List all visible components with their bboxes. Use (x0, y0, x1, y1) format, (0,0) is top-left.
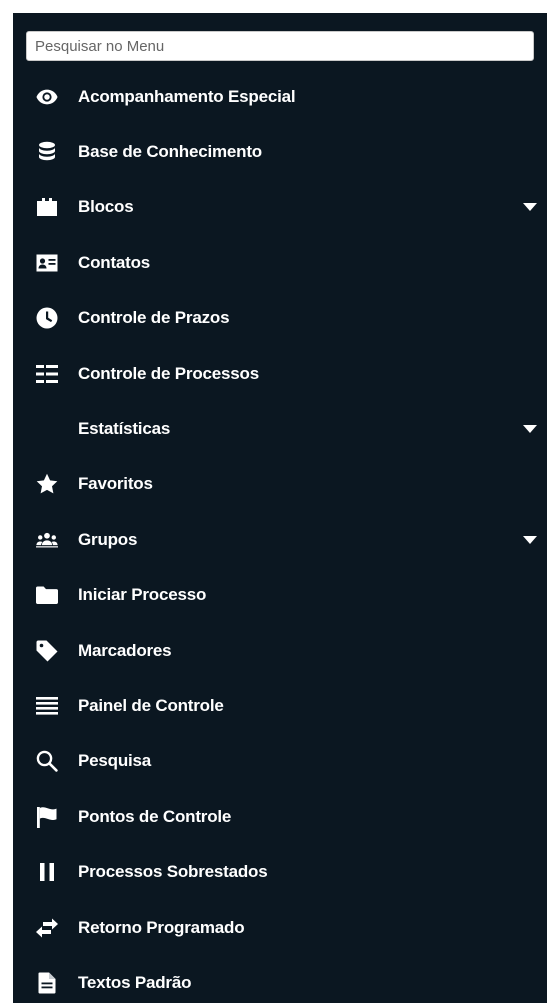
menu-item-label: Painel de Controle (78, 695, 224, 715)
menu-item-contatos[interactable]: Contatos (13, 235, 547, 290)
menu-item-iniciar-processo[interactable]: Iniciar Processo (13, 568, 547, 623)
menu-item-label: Base de Conhecimento (78, 142, 262, 162)
menu-item-label: Retorno Programado (78, 917, 245, 937)
exchange-icon (36, 917, 58, 939)
search-input[interactable] (26, 31, 534, 61)
search-icon (36, 750, 58, 773)
caret-down-icon[interactable] (523, 422, 537, 436)
menu-item-retorno-programado[interactable]: Retorno Programado (13, 900, 547, 955)
menu-panel: Acompanhamento Especial Base de Conhecim… (0, 0, 547, 1003)
menu-item-label: Grupos (78, 529, 138, 549)
lines-icon (36, 695, 58, 717)
group-icon (36, 529, 58, 551)
list-view-icon (36, 363, 58, 385)
menu-item-pontos-de-controle[interactable]: Pontos de Controle (13, 789, 547, 844)
database-icon (36, 141, 58, 163)
flag-icon (36, 806, 58, 828)
document-icon (36, 972, 58, 994)
menu-item-acompanhamento-especial[interactable]: Acompanhamento Especial (13, 69, 547, 124)
menu-item-label: Pesquisa (78, 751, 152, 771)
star-icon (36, 473, 58, 495)
menu-item-label: Marcadores (78, 640, 172, 660)
caret-down-icon[interactable] (523, 533, 537, 547)
pause-icon (36, 861, 58, 883)
menu-item-label: Pontos de Controle (78, 806, 232, 826)
caret-down-icon[interactable] (523, 200, 537, 214)
menu-item-label: Blocos (78, 197, 134, 217)
menu-item-favoritos[interactable]: Favoritos (13, 457, 547, 512)
menu-item-processos-sobrestados[interactable]: Processos Sobrestados (13, 844, 547, 899)
menu-item-label: Controle de Processos (78, 363, 259, 383)
blocks-icon (36, 196, 58, 218)
menu-item-controle-de-processos[interactable]: Controle de Processos (13, 346, 547, 401)
eye-icon (36, 86, 58, 108)
menu-item-textos-padrao[interactable]: Textos Padrão (13, 955, 547, 1003)
clock-icon (36, 307, 58, 329)
menu-item-label: Favoritos (78, 474, 153, 494)
menu-item-label: Iniciar Processo (78, 585, 207, 605)
menu-item-grupos[interactable]: Grupos (13, 512, 547, 567)
menu-item-estatisticas[interactable]: Estatísticas (13, 401, 547, 456)
menu-item-label: Acompanhamento Especial (78, 86, 296, 106)
menu-item-marcadores[interactable]: Marcadores (13, 623, 547, 678)
folder-icon (36, 584, 58, 606)
tag-icon (36, 640, 58, 662)
contact-card-icon (36, 252, 58, 274)
menu-list: Acompanhamento Especial Base de Conhecim… (13, 69, 547, 1003)
menu-item-blocos[interactable]: Blocos (13, 180, 547, 235)
menu-item-controle-de-prazos[interactable]: Controle de Prazos (13, 291, 547, 346)
menu-item-label: Contatos (78, 252, 151, 272)
menu-item-label: Estatísticas (78, 419, 171, 439)
menu-item-pesquisa[interactable]: Pesquisa (13, 734, 547, 789)
menu-item-base-de-conhecimento[interactable]: Base de Conhecimento (13, 124, 547, 179)
menu-item-painel-de-controle[interactable]: Painel de Controle (13, 678, 547, 733)
sidebar-menu: Acompanhamento Especial Base de Conhecim… (13, 13, 547, 1003)
menu-item-label: Processos Sobrestados (78, 862, 268, 882)
menu-item-label: Textos Padrão (78, 972, 192, 992)
menu-item-label: Controle de Prazos (78, 308, 230, 328)
